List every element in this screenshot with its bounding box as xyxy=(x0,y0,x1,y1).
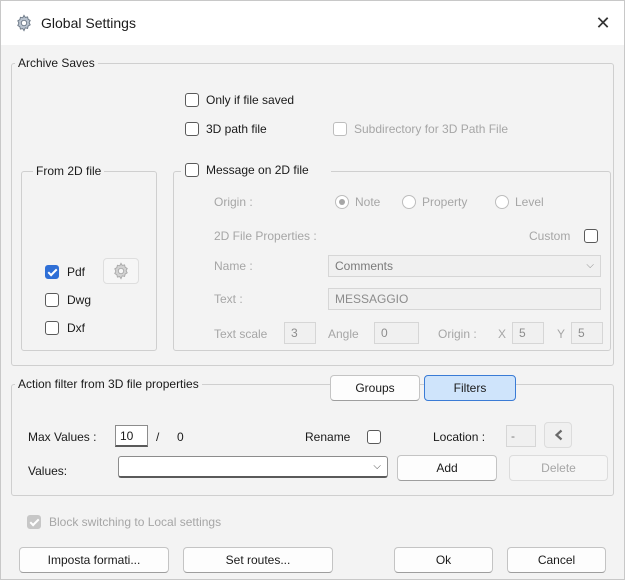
cancel-button[interactable]: Cancel xyxy=(507,547,606,573)
origin2-label: Origin : xyxy=(438,327,477,341)
x-input[interactable]: 5 xyxy=(512,322,544,344)
angle-input[interactable]: 0 xyxy=(374,322,419,344)
path-3d-file-label: 3D path file xyxy=(206,122,267,136)
action-filter-legend: Action filter from 3D file properties xyxy=(15,377,202,391)
archive-saves-legend: Archive Saves xyxy=(15,56,98,70)
x-value: 5 xyxy=(519,326,526,340)
x-label: X xyxy=(498,327,507,341)
add-button[interactable]: Add xyxy=(397,455,497,481)
custom-checkbox[interactable] xyxy=(584,229,598,243)
ok-button[interactable]: Ok xyxy=(394,547,493,573)
text-scale-input[interactable]: 3 xyxy=(284,322,316,344)
only-if-saved-checkbox[interactable] xyxy=(185,93,199,107)
chevron-left-icon xyxy=(554,429,563,441)
text-scale-value: 3 xyxy=(291,326,298,340)
global-settings-window: Global Settings ✕ Archive Saves Only if … xyxy=(0,0,625,580)
close-icon: ✕ xyxy=(595,13,611,33)
origin-level-radio[interactable] xyxy=(495,195,509,209)
text-scale-label: Text scale xyxy=(214,327,268,341)
text-input-value: MESSAGGIO xyxy=(335,292,409,306)
message-2d-label: Message on 2D file xyxy=(206,163,309,177)
y-label: Y xyxy=(557,327,566,341)
location-value: - xyxy=(511,429,515,443)
max-values-label: Max Values : xyxy=(28,430,97,444)
values-combobox[interactable]: ⌵ xyxy=(118,456,388,478)
max-values-total: 0 xyxy=(177,430,184,444)
name-select[interactable]: Comments ⌵ xyxy=(328,255,601,277)
subdir-3d-label: Subdirectory for 3D Path File xyxy=(354,122,509,136)
dwg-checkbox[interactable] xyxy=(45,293,59,307)
y-input[interactable]: 5 xyxy=(571,322,603,344)
origin-note-radio[interactable] xyxy=(335,195,349,209)
origin-note-label: Note xyxy=(355,195,381,209)
groups-button[interactable]: Groups xyxy=(330,375,420,401)
message-2d-checkbox[interactable] xyxy=(185,163,199,177)
values-label: Values: xyxy=(28,464,68,478)
filters-button[interactable]: Filters xyxy=(424,375,516,401)
from-2d-file-legend: From 2D file xyxy=(33,164,105,178)
props-label: 2D File Properties : xyxy=(214,229,317,243)
set-routes-button[interactable]: Set routes... xyxy=(183,547,333,573)
custom-label: Custom xyxy=(529,229,571,243)
name-select-value: Comments xyxy=(335,259,394,273)
rename-checkbox[interactable] xyxy=(367,430,381,444)
title-bar: Global Settings ✕ xyxy=(1,1,624,45)
delete-button[interactable]: Delete xyxy=(509,455,608,481)
chevron-down-icon: ⌵ xyxy=(586,260,594,271)
angle-label: Angle xyxy=(328,327,359,341)
origin-level-label: Level xyxy=(515,195,544,209)
max-values-slash: / xyxy=(156,430,160,444)
dxf-checkbox[interactable] xyxy=(45,321,59,335)
y-value: 5 xyxy=(578,326,585,340)
max-values-value: 10 xyxy=(120,429,134,443)
origin-property-label: Property xyxy=(422,195,468,209)
gear-icon xyxy=(17,14,31,32)
rename-label: Rename xyxy=(305,430,351,444)
dxf-label: Dxf xyxy=(67,321,85,335)
pdf-label: Pdf xyxy=(67,265,86,279)
gear-icon xyxy=(114,262,128,280)
name-label: Name : xyxy=(214,259,253,273)
dwg-label: Dwg xyxy=(67,293,92,307)
location-back-button[interactable] xyxy=(544,422,572,448)
message-2d-legend: Message on 2D file xyxy=(181,162,331,180)
path-3d-file-checkbox[interactable] xyxy=(185,122,199,136)
imposta-formati-button[interactable]: Imposta formati... xyxy=(19,547,169,573)
text-input[interactable]: MESSAGGIO xyxy=(328,288,601,310)
only-if-saved-label: Only if file saved xyxy=(206,93,295,107)
max-values-input[interactable]: 10 xyxy=(115,425,148,447)
origin-label: Origin : xyxy=(214,195,253,209)
location-input[interactable]: - xyxy=(506,425,536,447)
location-label: Location : xyxy=(433,430,486,444)
text-label: Text : xyxy=(214,292,243,306)
pdf-settings-button[interactable] xyxy=(103,258,139,284)
block-switch-label: Block switching to Local settings xyxy=(49,515,222,529)
subdir-3d-checkbox[interactable] xyxy=(333,122,347,136)
origin-property-radio[interactable] xyxy=(402,195,416,209)
angle-value: 0 xyxy=(381,326,388,340)
close-button[interactable]: ✕ xyxy=(591,11,615,35)
block-switch-checkbox[interactable] xyxy=(27,515,41,529)
pdf-checkbox[interactable] xyxy=(45,265,59,279)
window-title: Global Settings xyxy=(41,15,136,31)
chevron-down-icon: ⌵ xyxy=(373,461,381,472)
